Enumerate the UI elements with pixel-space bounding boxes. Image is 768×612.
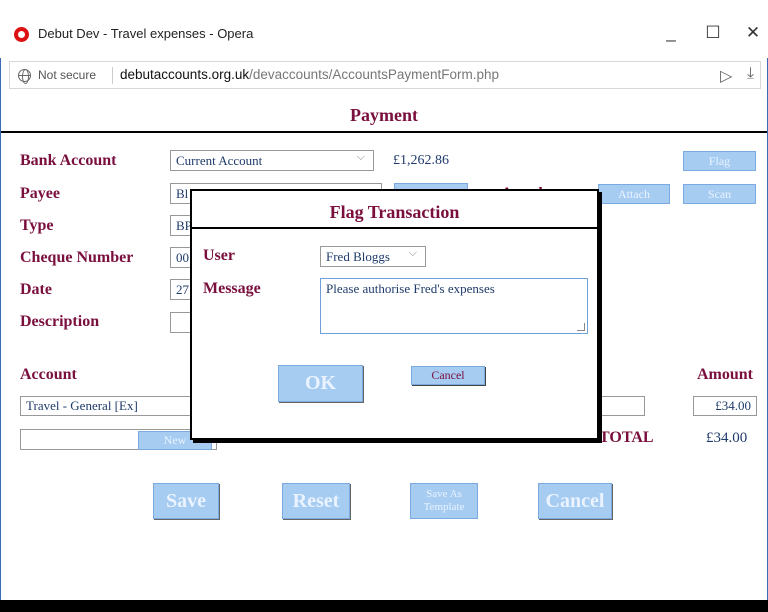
message-textarea[interactable]: Please authorise Fred's expenses [320,278,588,334]
download-icon[interactable]: ⤓ [747,65,754,83]
reset-button[interactable]: Reset [282,483,350,519]
bank-balance: £1,262.86 [393,153,449,168]
window-title: Debut Dev - Travel expenses - Opera [38,26,254,41]
security-status[interactable]: Not secure [38,68,96,82]
globe-icon [18,69,31,84]
opera-logo-icon [14,27,29,42]
url-path: /devaccounts/AccountsPaymentForm.php [249,67,499,82]
flag-button[interactable]: Flag [683,151,756,171]
date-label: Date [20,281,52,298]
amount-column-header: Amount [697,366,754,383]
user-value: Fred Bloggs [326,249,390,264]
bank-account-value: Current Account [176,153,263,168]
attach-button[interactable]: Attach [598,184,670,204]
user-label: User [203,247,235,264]
cheque-number-label: Cheque Number [20,249,134,266]
line-description-field[interactable] [598,396,645,416]
payee-label: Payee [20,185,60,202]
total-label: TOTAL [599,429,654,446]
user-select[interactable]: Fred Bloggs ⌵ [320,246,426,267]
chevron-down-icon: ⌵ [408,247,417,259]
save-button[interactable]: Save [153,483,219,519]
bank-account-label: Bank Account [20,152,117,169]
flag-transaction-dialog: Flag Transaction User Fred Bloggs ⌵ Mess… [190,189,599,440]
message-label: Message [203,280,261,297]
url-text[interactable]: debutaccounts.org.uk/devaccounts/Account… [120,67,499,82]
title-bar: Debut Dev - Travel expenses - Opera _ ☐ … [0,0,768,58]
close-button[interactable]: ✕ [736,18,768,48]
total-value: £34.00 [706,430,748,446]
url-domain: debutaccounts.org.uk [120,67,250,82]
save-as-template-button[interactable]: Save As Template [410,483,478,519]
description-label: Description [20,313,100,330]
dialog-title: Flag Transaction [192,191,597,229]
page-title: Payment [1,97,767,133]
bank-account-select[interactable]: Current Account ⌵ [170,150,374,171]
address-separator [112,67,113,84]
cancel-button[interactable]: Cancel [538,483,612,519]
maximize-button[interactable]: ☐ [696,18,730,48]
scan-button[interactable]: Scan [683,184,756,204]
line-amount-field[interactable]: £34.00 [693,396,757,416]
account-column-header: Account [20,366,77,383]
address-bar[interactable]: Not secure debutaccounts.org.uk/devaccou… [9,61,761,89]
type-label: Type [20,217,54,234]
minimize-button[interactable]: _ [654,18,688,48]
chevron-down-icon: ⌵ [356,151,365,163]
send-icon[interactable]: ▷ [720,66,732,86]
ok-button[interactable]: OK [278,365,363,402]
bottom-bar [0,600,768,612]
line-account-select[interactable]: Travel - General [Ex] [20,396,192,416]
dialog-cancel-button[interactable]: Cancel [411,366,485,385]
resize-handle-icon[interactable] [577,323,585,331]
message-value: Please authorise Fred's expenses [326,281,495,296]
